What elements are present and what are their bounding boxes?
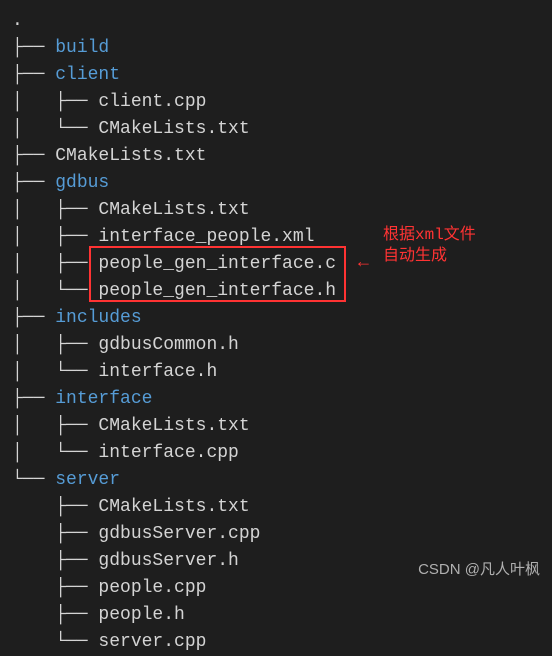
tree-branch-chars: └──: [12, 470, 55, 490]
tree-branch-chars: │ └──: [12, 281, 98, 301]
tree-branch-chars: ├──: [12, 146, 55, 166]
tree-branch-chars: ├──: [12, 65, 55, 85]
tree-row: └── server.cpp: [12, 629, 552, 656]
tree-row: ├── gdbusServer.cpp: [12, 521, 552, 548]
tree-row: ├── CMakeLists.txt: [12, 494, 552, 521]
file-name: people.cpp: [98, 578, 206, 598]
tree-branch-chars: ├──: [12, 389, 55, 409]
file-name: CMakeLists.txt: [55, 146, 206, 166]
tree-branch-chars: │ └──: [12, 362, 98, 382]
directory-name: interface: [55, 389, 152, 409]
annotation-arrow: ←: [358, 250, 369, 277]
tree-row: ├── interface: [12, 386, 552, 413]
file-name: CMakeLists.txt: [98, 497, 249, 517]
tree-branch-chars: ├──: [12, 38, 55, 58]
tree-branch-chars: │ ├──: [12, 227, 98, 247]
tree-row: │ └── interface.h: [12, 359, 552, 386]
tree-row: │ └── people_gen_interface.h: [12, 278, 552, 305]
tree-row: │ └── interface.cpp: [12, 440, 552, 467]
tree-row: ├── client: [12, 62, 552, 89]
file-name: CMakeLists.txt: [98, 119, 249, 139]
file-name: interface_people.xml: [98, 227, 314, 247]
tree-row: ├── gdbus: [12, 170, 552, 197]
file-name: interface.cpp: [98, 443, 238, 463]
file-name: client.cpp: [98, 92, 206, 112]
file-name: server.cpp: [98, 632, 206, 652]
tree-branch-chars: ├──: [12, 578, 98, 598]
tree-row: ├── people.h: [12, 602, 552, 629]
tree-branch-chars: ├──: [12, 605, 98, 625]
tree-branch-chars: ├──: [12, 524, 98, 544]
tree-branch-chars: │ ├──: [12, 254, 98, 274]
tree-branch-chars: │ ├──: [12, 200, 98, 220]
directory-name: includes: [55, 308, 141, 328]
file-name: people_gen_interface.c: [98, 254, 336, 274]
file-name: CMakeLists.txt: [98, 416, 249, 436]
tree-branch-chars: ├──: [12, 551, 98, 571]
tree-row: │ ├── client.cpp: [12, 89, 552, 116]
directory-name: build: [55, 38, 109, 58]
root-dot: .: [12, 11, 23, 31]
tree-branch-chars: │ └──: [12, 119, 98, 139]
tree-row: ├── CMakeLists.txt: [12, 143, 552, 170]
tree-row: └── server: [12, 467, 552, 494]
tree-row: ├── build: [12, 35, 552, 62]
annotation-text: 根据xml文件 自动生成: [383, 225, 476, 267]
tree-row: │ ├── CMakeLists.txt: [12, 413, 552, 440]
tree-row: ├── includes: [12, 305, 552, 332]
file-name: gdbusServer.cpp: [98, 524, 260, 544]
directory-name: server: [55, 470, 120, 490]
tree-row: │ └── CMakeLists.txt: [12, 116, 552, 143]
tree-branch-chars: ├──: [12, 497, 98, 517]
tree-branch-chars: └──: [12, 632, 98, 652]
tree-branch-chars: │ ├──: [12, 335, 98, 355]
watermark: CSDN @凡人叶枫: [418, 559, 540, 582]
tree-branch-chars: ├──: [12, 308, 55, 328]
tree-root: .: [12, 8, 552, 35]
file-name: gdbusServer.h: [98, 551, 238, 571]
file-name: people_gen_interface.h: [98, 281, 336, 301]
file-name: people.h: [98, 605, 184, 625]
tree-row: │ ├── CMakeLists.txt: [12, 197, 552, 224]
tree-branch-chars: ├──: [12, 173, 55, 193]
tree-branch-chars: │ ├──: [12, 92, 98, 112]
file-name: interface.h: [98, 362, 217, 382]
file-name: CMakeLists.txt: [98, 200, 249, 220]
tree-branch-chars: │ ├──: [12, 416, 98, 436]
tree-row: │ ├── gdbusCommon.h: [12, 332, 552, 359]
file-name: gdbusCommon.h: [98, 335, 238, 355]
directory-name: client: [55, 65, 120, 85]
tree-branch-chars: │ └──: [12, 443, 98, 463]
directory-name: gdbus: [55, 173, 109, 193]
